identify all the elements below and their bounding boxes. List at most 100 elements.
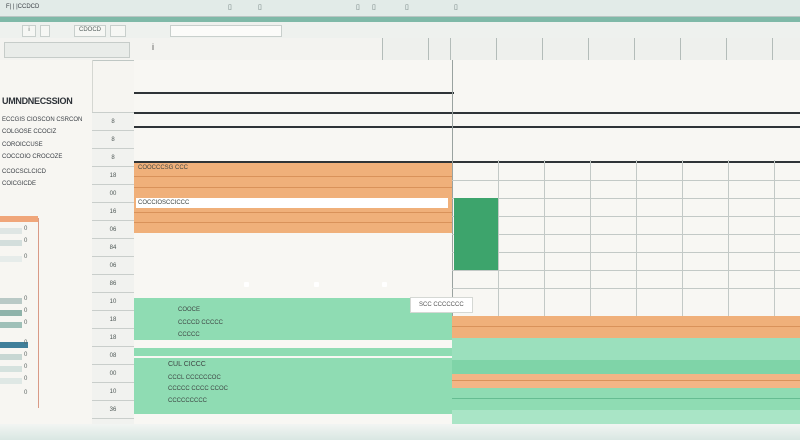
column-header[interactable] [496, 38, 543, 60]
row-header[interactable]: 18 [92, 166, 134, 185]
green-range[interactable] [452, 338, 800, 360]
marker [314, 282, 319, 287]
panel-line: COLGOSE CCOCIZ [2, 129, 57, 135]
panel-number: 0 [24, 238, 28, 244]
window-icon[interactable]: ▯ [372, 3, 376, 11]
cell-text: COCCIOSCCICCC [138, 200, 190, 206]
border-line [134, 126, 800, 128]
cell-text: COOCE [178, 307, 201, 313]
grid-line [452, 180, 800, 181]
marker [244, 282, 249, 287]
grid-line [134, 222, 452, 223]
app-menu[interactable]: F| | |CCDCD [6, 4, 39, 11]
panel-number: 0 [24, 390, 28, 396]
formula-input[interactable] [4, 42, 130, 58]
ribbon-button[interactable]: i [22, 25, 36, 37]
column-header[interactable] [450, 38, 497, 60]
comment-note[interactable]: SCC CCCCCCC [410, 297, 473, 313]
column-header[interactable] [428, 38, 451, 60]
column-header[interactable] [542, 38, 589, 60]
row-header[interactable]: 18 [92, 328, 134, 347]
window-icon[interactable]: ▯ [405, 3, 409, 11]
column-headers [132, 38, 800, 60]
border-line [134, 112, 800, 114]
window-icon[interactable]: ▯ [454, 3, 458, 11]
grid-line [452, 288, 800, 289]
title-bar: F| | |CCDCD ▯ ▯ ▯ ▯ ▯ ▯ [0, 0, 800, 17]
green-range[interactable] [134, 348, 452, 356]
row-header[interactable]: 00 [92, 364, 134, 383]
row-headers: 8 8 8 18 00 16 06 84 06 86 10 18 18 08 0… [92, 112, 135, 440]
row-header[interactable]: 06 [92, 256, 134, 275]
ribbon-button[interactable]: CDOCD [74, 25, 106, 37]
cell-text: CCCCCCCCC [168, 398, 207, 404]
panel-bar [0, 354, 22, 360]
window-icon[interactable]: ▯ [228, 3, 232, 11]
panel-line: ECCGIS CIOSCON CSRCON [2, 117, 83, 123]
row-header[interactable]: 10 [92, 382, 134, 401]
grid-line [452, 270, 800, 271]
row-header[interactable]: 8 [92, 148, 134, 167]
border-line [134, 92, 454, 94]
column-header[interactable] [680, 38, 727, 60]
cell-text: CCCCC [178, 332, 200, 338]
grid-line [134, 176, 452, 177]
panel-bar [0, 256, 22, 262]
grid-line [452, 216, 800, 217]
cell-text: CCCL CCCCCCOC [168, 375, 221, 381]
marker [382, 282, 387, 287]
panel-line: COCCOIO CROCOZE [2, 154, 63, 160]
sheet-tabs[interactable] [0, 424, 800, 440]
row-header[interactable]: 86 [92, 274, 134, 293]
grid-line [452, 234, 800, 235]
panel-number: 0 [24, 340, 28, 346]
panel-line: CCOCSCLCICD [2, 169, 47, 175]
column-header[interactable] [588, 38, 635, 60]
sheet-title: UMNDNECSSION [2, 96, 73, 106]
panel-bar [0, 322, 22, 328]
panel-bar [0, 366, 22, 372]
row-header[interactable]: 08 [92, 346, 134, 365]
row-header[interactable]: 36 [92, 400, 134, 419]
green-range[interactable] [452, 360, 800, 374]
cell-text: CCCCC CCCC CCOC [168, 386, 228, 392]
grid-line [452, 398, 800, 399]
panel-number: 0 [24, 226, 28, 232]
panel-number: 0 [24, 364, 28, 370]
panel-bar [0, 216, 38, 222]
column-header[interactable] [726, 38, 773, 60]
column-header[interactable] [634, 38, 681, 60]
row-header[interactable]: 06 [92, 220, 134, 239]
ribbon-button[interactable] [40, 25, 50, 37]
panel-number: 0 [24, 352, 28, 358]
name-box[interactable] [170, 25, 282, 37]
grid-line [134, 187, 452, 188]
row-header[interactable]: 8 [92, 130, 134, 149]
row-header[interactable]: 10 [92, 292, 134, 311]
panel-number: 0 [24, 320, 28, 326]
window-icon[interactable]: ▯ [258, 3, 262, 11]
panel-bar [0, 378, 22, 384]
panel-number: 0 [24, 376, 28, 382]
row-header[interactable]: 8 [92, 112, 134, 131]
panel-line: COICGICDE [2, 181, 37, 187]
orange-range[interactable] [452, 316, 800, 338]
cell-text: COOCCCSG CCC [138, 165, 189, 171]
row-header[interactable]: 84 [92, 238, 134, 257]
spreadsheet-grid[interactable]: COOCCCSG CCC COCCIOSCCICCC COOCE CCCCD C… [134, 60, 800, 440]
row-header[interactable]: 16 [92, 202, 134, 221]
row-header[interactable]: 00 [92, 184, 134, 203]
ribbon-button[interactable] [110, 25, 126, 37]
dark-green-range[interactable] [454, 198, 498, 270]
window-icon[interactable]: ▯ [356, 3, 360, 11]
green-range[interactable] [452, 388, 800, 410]
orange-range[interactable] [452, 374, 800, 388]
panel-number: 0 [24, 308, 28, 314]
row-header[interactable]: 18 [92, 310, 134, 329]
grid-line [452, 326, 800, 327]
cell-text: CCCCD CCCCC [178, 320, 223, 326]
panel-bar [0, 310, 22, 316]
column-header[interactable] [772, 38, 800, 60]
grid-line [452, 380, 800, 381]
column-header[interactable] [382, 38, 429, 60]
